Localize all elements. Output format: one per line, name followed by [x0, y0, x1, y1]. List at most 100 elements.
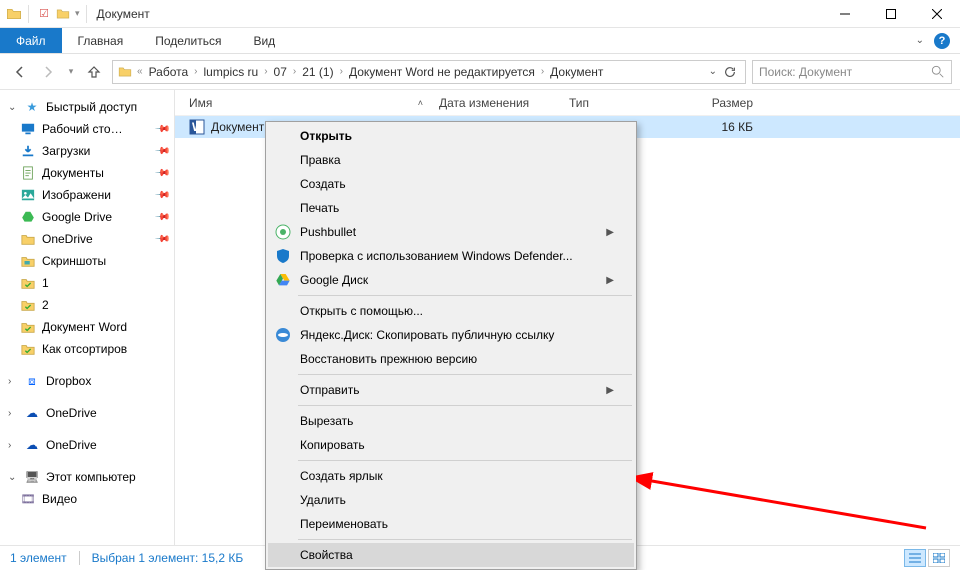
- tiles-view-button[interactable]: [928, 549, 950, 567]
- menu-item[interactable]: Восстановить прежнюю версию: [268, 347, 634, 371]
- back-button[interactable]: [8, 60, 32, 84]
- forward-button[interactable]: [36, 60, 60, 84]
- menu-separator: [298, 295, 632, 296]
- tab-view[interactable]: Вид: [237, 28, 291, 53]
- menu-label: Копировать: [300, 438, 365, 452]
- menu-item[interactable]: Pushbullet ▶: [268, 220, 634, 244]
- downloads-icon: [20, 143, 36, 159]
- menu-item[interactable]: Переименовать: [268, 512, 634, 536]
- sidebar-item-videos[interactable]: 🎞 Видео: [0, 488, 174, 510]
- sidebar-quick-access[interactable]: ⌄ ★ Быстрый доступ: [0, 96, 174, 118]
- checkbox-qat-icon[interactable]: ☑: [35, 7, 53, 20]
- crumb[interactable]: lumpics ru: [202, 65, 261, 79]
- folder-icon: [6, 6, 22, 22]
- chevron-right-icon[interactable]: ›: [537, 66, 548, 77]
- menu-item[interactable]: Удалить: [268, 488, 634, 512]
- sidebar-dropbox[interactable]: › ⧈ Dropbox: [0, 370, 174, 392]
- menu-item[interactable]: Создать ярлык: [268, 464, 634, 488]
- crumb[interactable]: 21 (1): [300, 65, 335, 79]
- context-menu: ОткрытьПравкаСоздатьПечать Pushbullet ▶ Про…: [265, 121, 637, 570]
- chevron-right-icon[interactable]: «: [133, 66, 147, 77]
- sidebar-label: Скриншоты: [42, 254, 106, 268]
- sidebar-onedrive[interactable]: › ☁ OneDrive: [0, 434, 174, 456]
- chevron-right-icon[interactable]: ›: [8, 376, 18, 387]
- search-input[interactable]: Поиск: Документ: [752, 60, 952, 84]
- menu-item[interactable]: Google Диск▶: [268, 268, 634, 292]
- word-doc-icon: W: [189, 119, 205, 135]
- details-view-button[interactable]: [904, 549, 926, 567]
- close-button[interactable]: [914, 0, 960, 28]
- col-type[interactable]: Тип: [561, 96, 681, 110]
- sidebar-item[interactable]: Документы📌: [0, 162, 174, 184]
- chevron-down-icon[interactable]: ⌄: [8, 102, 18, 113]
- selection-info: Выбран 1 элемент: 15,2 КБ: [92, 551, 244, 565]
- menu-item[interactable]: Создать: [268, 172, 634, 196]
- crumb[interactable]: 07: [272, 65, 289, 79]
- crumb[interactable]: Документ Word не редактируется: [347, 65, 537, 79]
- documents-icon: [20, 165, 36, 181]
- sidebar-label: OneDrive: [46, 406, 97, 420]
- help-icon[interactable]: ?: [934, 33, 950, 49]
- address-dropdown-icon[interactable]: ⌄: [709, 66, 717, 77]
- sidebar-this-pc[interactable]: ⌄ 🖥 Этот компьютер: [0, 466, 174, 488]
- submenu-arrow-icon: ▶: [606, 385, 614, 396]
- sidebar-item[interactable]: Загрузки📌: [0, 140, 174, 162]
- recent-dropdown[interactable]: ▾: [64, 60, 78, 84]
- pin-icon: 📌: [153, 231, 170, 248]
- sidebar-item[interactable]: 1: [0, 272, 174, 294]
- menu-item[interactable]: Яндекс.Диск: Скопировать публичную ссылк…: [268, 323, 634, 347]
- chevron-down-icon[interactable]: ⌄: [8, 472, 18, 483]
- chevron-right-icon[interactable]: ›: [289, 66, 300, 77]
- sidebar-item[interactable]: 2: [0, 294, 174, 316]
- chevron-right-icon[interactable]: ›: [190, 66, 201, 77]
- chevron-right-icon[interactable]: ›: [260, 66, 271, 77]
- pictures-icon: [20, 187, 36, 203]
- search-placeholder: Поиск: Документ: [759, 65, 852, 79]
- crumb[interactable]: Документ: [548, 65, 605, 79]
- sidebar-item[interactable]: Google Drive📌: [0, 206, 174, 228]
- menu-item[interactable]: Отправить▶: [268, 378, 634, 402]
- tab-file[interactable]: Файл: [0, 28, 62, 53]
- minimize-button[interactable]: [822, 0, 868, 28]
- sidebar-label: Видео: [42, 492, 77, 506]
- titlebar: ☑ ▾ Документ: [0, 0, 960, 28]
- menu-label: Google Диск: [300, 273, 368, 287]
- menu-separator: [298, 539, 632, 540]
- pin-icon: 📌: [153, 165, 170, 182]
- chevron-right-icon[interactable]: ›: [8, 440, 18, 451]
- col-name[interactable]: Имя˄: [181, 96, 431, 110]
- up-button[interactable]: [82, 60, 106, 84]
- menu-item[interactable]: Открыть: [268, 124, 634, 148]
- menu-item[interactable]: Копировать: [268, 433, 634, 457]
- search-icon[interactable]: [931, 65, 945, 79]
- qat-dropdown-icon[interactable]: ▾: [75, 8, 80, 19]
- submenu-arrow-icon: ▶: [606, 227, 614, 238]
- sidebar-onedrive[interactable]: › ☁ OneDrive: [0, 402, 174, 424]
- refresh-icon[interactable]: [723, 65, 737, 79]
- menu-item[interactable]: Открыть с помощью...: [268, 299, 634, 323]
- col-date[interactable]: Дата изменения: [431, 96, 561, 110]
- sidebar-item[interactable]: Рабочий сто…📌: [0, 118, 174, 140]
- tab-home[interactable]: Главная: [62, 28, 140, 53]
- maximize-button[interactable]: [868, 0, 914, 28]
- address-bar[interactable]: « Работа› lumpics ru› 07› 21 (1)› Докуме…: [112, 60, 746, 84]
- tab-share[interactable]: Поделиться: [139, 28, 237, 53]
- menu-item[interactable]: Печать: [268, 196, 634, 220]
- menu-item[interactable]: Вырезать: [268, 409, 634, 433]
- sidebar-item[interactable]: Изображени📌: [0, 184, 174, 206]
- sidebar-item[interactable]: OneDrive📌: [0, 228, 174, 250]
- chevron-right-icon[interactable]: ›: [336, 66, 347, 77]
- pin-icon: 📌: [153, 121, 170, 138]
- crumb[interactable]: Работа: [147, 65, 191, 79]
- sidebar-item[interactable]: Скриншоты: [0, 250, 174, 272]
- sidebar-item[interactable]: Как отсортиров: [0, 338, 174, 360]
- chevron-right-icon[interactable]: ›: [8, 408, 18, 419]
- col-size[interactable]: Размер: [681, 96, 761, 110]
- menu-item[interactable]: Свойства: [268, 543, 634, 567]
- expand-ribbon-icon[interactable]: ⌄: [916, 35, 924, 46]
- menu-label: Pushbullet: [300, 225, 356, 239]
- menu-item[interactable]: Правка: [268, 148, 634, 172]
- sidebar-item[interactable]: Документ Word: [0, 316, 174, 338]
- menu-item[interactable]: Проверка с использованием Windows Defend…: [268, 244, 634, 268]
- address-row: ▾ « Работа› lumpics ru› 07› 21 (1)› Доку…: [0, 54, 960, 90]
